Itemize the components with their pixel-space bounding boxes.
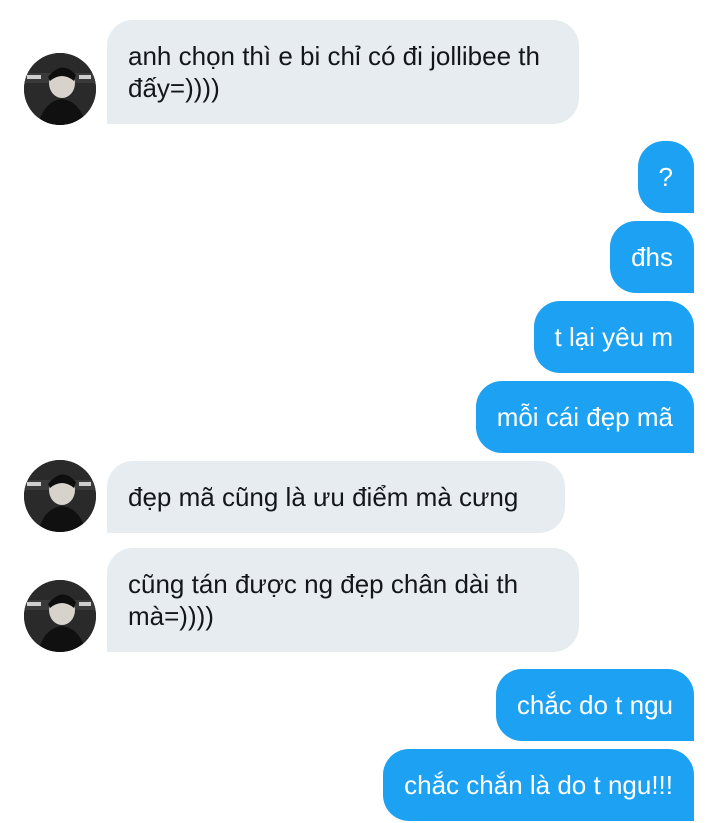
avatar-photo-icon — [24, 53, 96, 125]
message-text: anh chọn thì e bi chỉ có đi jollibee th … — [128, 41, 540, 103]
avatar-photo-icon — [24, 460, 96, 532]
message-text: cũng tán được ng đẹp chân dài th mà=)))) — [128, 569, 519, 631]
message-text: t lại yêu m — [554, 322, 674, 352]
outgoing-message-bubble[interactable]: đhs — [610, 221, 694, 293]
message-text: mỗi cái đẹp mã — [496, 402, 673, 432]
message-text: đhs — [631, 242, 673, 272]
outgoing-message-bubble[interactable]: ? — [637, 141, 694, 213]
avatar-photo-icon — [24, 580, 96, 652]
contact-avatar[interactable] — [24, 460, 96, 532]
message-text: chắc do t ngu — [516, 690, 673, 720]
outgoing-message-bubble[interactable]: chắc chắn là do t ngu!!! — [383, 749, 694, 821]
message-text: ? — [658, 162, 673, 192]
outgoing-message-bubble[interactable]: mỗi cái đẹp mã — [475, 381, 694, 453]
message-text: chắc chắn là do t ngu!!! — [404, 770, 673, 800]
outgoing-message-bubble[interactable]: chắc do t ngu — [495, 669, 694, 741]
incoming-message-bubble[interactable]: anh chọn thì e bi chỉ có đi jollibee th … — [107, 20, 579, 124]
message-text: đẹp mã cũng là ưu điểm mà cưng — [128, 482, 519, 512]
contact-avatar[interactable] — [24, 53, 96, 125]
incoming-message-bubble[interactable]: cũng tán được ng đẹp chân dài th mà=)))) — [107, 548, 579, 652]
incoming-message-bubble[interactable]: đẹp mã cũng là ưu điểm mà cưng — [107, 461, 565, 533]
contact-avatar[interactable] — [24, 580, 96, 652]
outgoing-message-bubble[interactable]: t lại yêu m — [533, 301, 694, 373]
